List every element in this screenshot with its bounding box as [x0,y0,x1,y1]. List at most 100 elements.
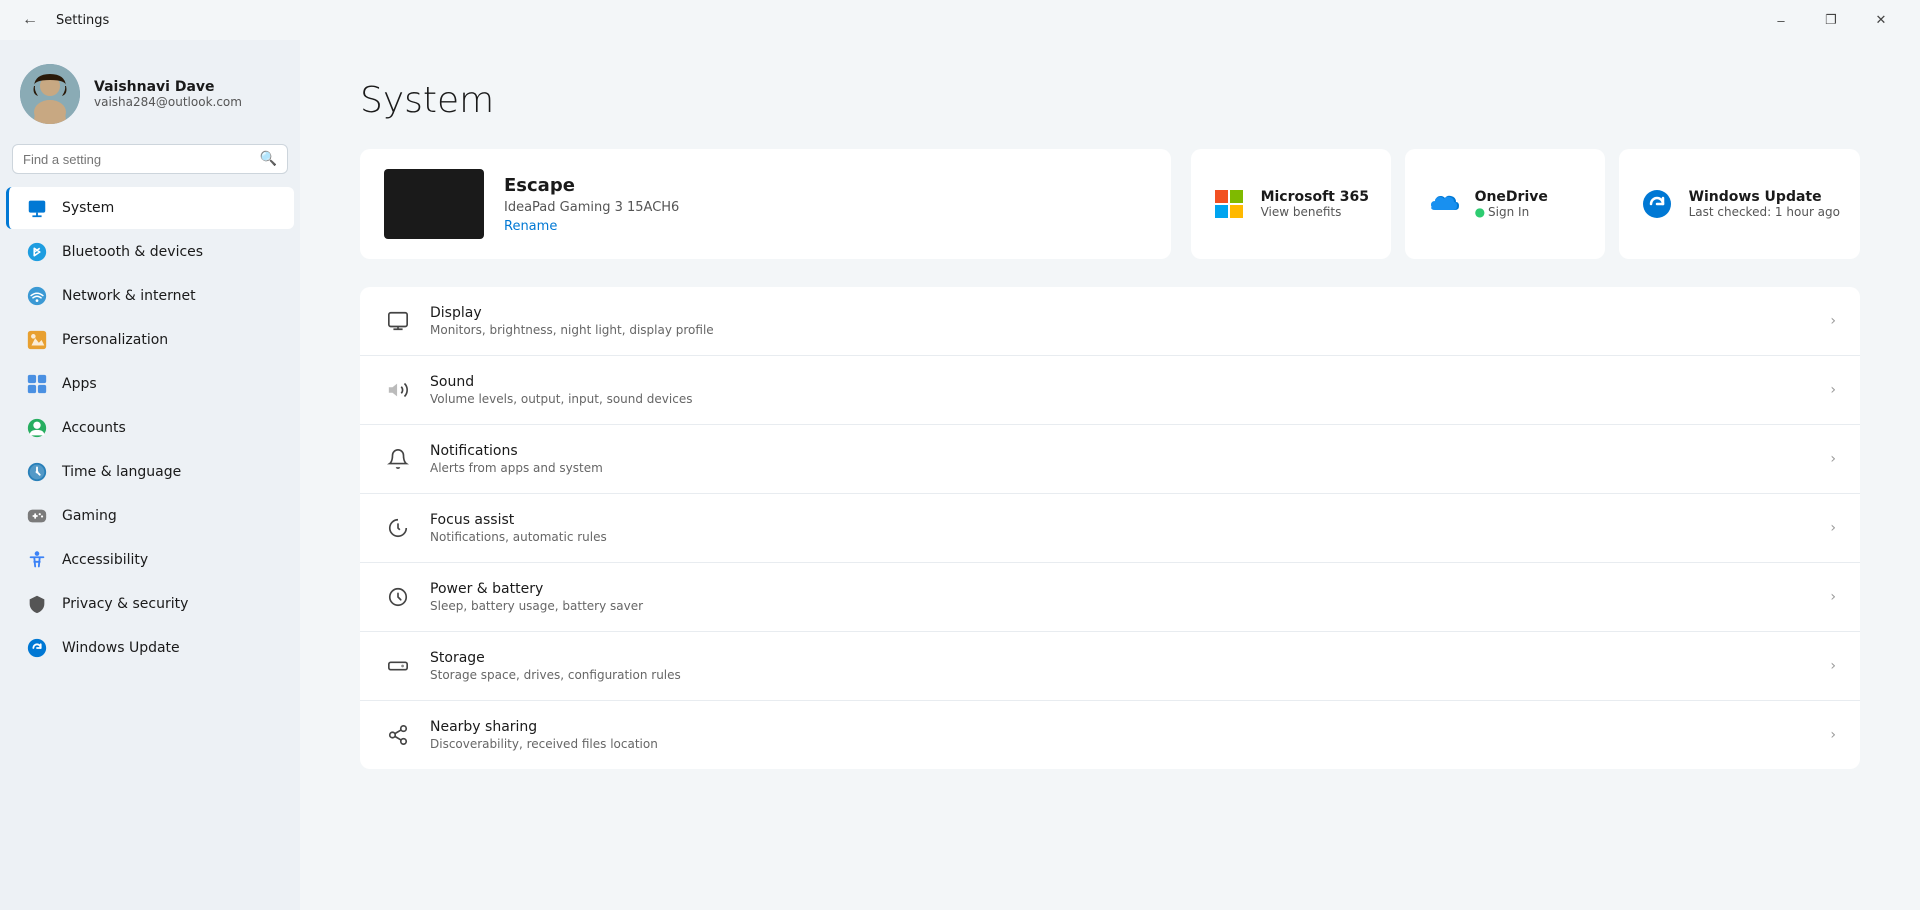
microsoft365-sub: View benefits [1261,205,1369,219]
nav-item-network[interactable]: Network & internet [6,275,294,317]
sound-chevron: › [1830,382,1836,398]
device-model: IdeaPad Gaming 3 15ACH6 [504,200,679,215]
nav-item-accessibility[interactable]: Accessibility [6,539,294,581]
power-battery-chevron: › [1830,589,1836,605]
onedrive-dot: ● [1475,205,1485,219]
nearby-sharing-item[interactable]: Nearby sharing Discoverability, received… [360,701,1860,769]
focus-assist-sub: Notifications, automatic rules [430,530,1812,544]
nav-label-windows-update: Windows Update [62,640,180,656]
power-battery-icon [384,583,412,611]
nav-item-gaming[interactable]: Gaming [6,495,294,537]
gaming-icon [26,505,48,527]
microsoft365-info: Microsoft 365 View benefits [1261,189,1369,219]
search-box[interactable]: 🔍 [12,144,288,174]
power-battery-item[interactable]: Power & battery Sleep, battery usage, ba… [360,563,1860,632]
sound-sub: Volume levels, output, input, sound devi… [430,392,1812,406]
rename-button[interactable]: Rename [504,219,679,234]
onedrive-name: OneDrive [1475,189,1548,205]
onedrive-card[interactable]: OneDrive ●Sign In [1405,149,1605,259]
display-icon [384,307,412,335]
search-input[interactable] [23,152,252,167]
nav-label-accessibility: Accessibility [62,552,148,568]
nav-item-personalization[interactable]: Personalization [6,319,294,361]
nav-item-time[interactable]: Time & language [6,451,294,493]
nearby-sharing-title: Nearby sharing [430,719,1812,735]
storage-item[interactable]: Storage Storage space, drives, configura… [360,632,1860,701]
nav-label-network: Network & internet [62,288,196,304]
focus-assist-item[interactable]: Focus assist Notifications, automatic ru… [360,494,1860,563]
power-battery-sub: Sleep, battery usage, battery saver [430,599,1812,613]
windows-update-sub: Last checked: 1 hour ago [1689,205,1840,219]
settings-list: Display Monitors, brightness, night ligh… [360,287,1860,769]
microsoft365-icon [1211,186,1247,222]
device-name: Escape [504,175,679,196]
nav-label-privacy: Privacy & security [62,596,188,612]
accessibility-icon [26,549,48,571]
time-icon [26,461,48,483]
notifications-item[interactable]: Notifications Alerts from apps and syste… [360,425,1860,494]
display-chevron: › [1830,313,1836,329]
windows-update-info: Windows Update Last checked: 1 hour ago [1689,189,1840,219]
display-item[interactable]: Display Monitors, brightness, night ligh… [360,287,1860,356]
onedrive-icon [1425,186,1461,222]
notifications-title: Notifications [430,443,1812,459]
device-thumbnail [384,169,484,239]
nav-label-personalization: Personalization [62,332,168,348]
storage-sub: Storage space, drives, configuration rul… [430,668,1812,682]
nav-label-system: System [62,200,114,216]
power-battery-text: Power & battery Sleep, battery usage, ba… [430,581,1812,613]
nav-item-privacy[interactable]: Privacy & security [6,583,294,625]
titlebar: ← Settings – ❐ ✕ [0,0,1920,40]
sound-title: Sound [430,374,1812,390]
onedrive-sub: ●Sign In [1475,205,1548,219]
focus-assist-icon [384,514,412,542]
windows-update-card[interactable]: Windows Update Last checked: 1 hour ago [1619,149,1860,259]
nearby-sharing-text: Nearby sharing Discoverability, received… [430,719,1812,751]
user-email: vaisha284@outlook.com [94,95,242,109]
close-button[interactable]: ✕ [1858,4,1904,36]
nav-item-accounts[interactable]: Accounts [6,407,294,449]
service-cards: Microsoft 365 View benefits OneDrive ●Si… [1191,149,1860,259]
nav-label-accounts: Accounts [62,420,126,436]
privacy-icon [26,593,48,615]
apps-icon [26,373,48,395]
windows-update-name: Windows Update [1689,189,1840,205]
display-text: Display Monitors, brightness, night ligh… [430,305,1812,337]
microsoft365-card[interactable]: Microsoft 365 View benefits [1191,149,1391,259]
content-area: System Escape IdeaPad Gaming 3 15ACH6 Re… [300,40,1920,910]
accounts-icon [26,417,48,439]
bluetooth-icon [26,241,48,263]
nav-label-time: Time & language [62,464,181,480]
display-title: Display [430,305,1812,321]
network-icon [26,285,48,307]
back-button[interactable]: ← [16,6,44,34]
titlebar-title: Settings [56,13,109,28]
info-cards: Escape IdeaPad Gaming 3 15ACH6 Rename Mi… [360,149,1860,259]
storage-text: Storage Storage space, drives, configura… [430,650,1812,682]
power-battery-title: Power & battery [430,581,1812,597]
nav-item-windows-update[interactable]: Windows Update [6,627,294,669]
titlebar-controls: – ❐ ✕ [1758,4,1904,36]
sound-icon [384,376,412,404]
nav-label-gaming: Gaming [62,508,117,524]
system-icon [26,197,48,219]
avatar [20,64,80,124]
sound-text: Sound Volume levels, output, input, soun… [430,374,1812,406]
sound-item[interactable]: Sound Volume levels, output, input, soun… [360,356,1860,425]
nav-item-apps[interactable]: Apps [6,363,294,405]
storage-chevron: › [1830,658,1836,674]
focus-assist-chevron: › [1830,520,1836,536]
titlebar-left: ← Settings [16,6,109,34]
nav-item-system[interactable]: System [6,187,294,229]
restore-button[interactable]: ❐ [1808,4,1854,36]
nearby-sharing-icon [384,721,412,749]
notifications-sub: Alerts from apps and system [430,461,1812,475]
device-info: Escape IdeaPad Gaming 3 15ACH6 Rename [504,175,679,234]
nav-label-apps: Apps [62,376,97,392]
nearby-sharing-sub: Discoverability, received files location [430,737,1812,751]
search-icon: 🔍 [260,151,277,167]
storage-title: Storage [430,650,1812,666]
focus-assist-title: Focus assist [430,512,1812,528]
minimize-button[interactable]: – [1758,4,1804,36]
nav-item-bluetooth[interactable]: Bluetooth & devices [6,231,294,273]
